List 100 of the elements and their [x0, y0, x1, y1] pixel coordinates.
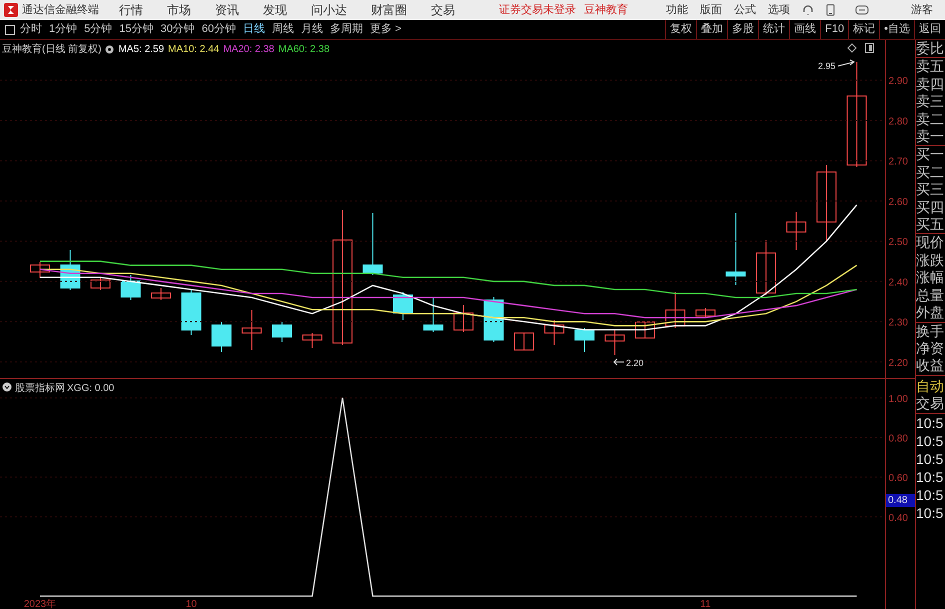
arrow-icon [613, 358, 624, 366]
candlestick [665, 292, 686, 328]
toolbar-menu-item[interactable]: 公式 [734, 2, 756, 18]
toolbar-button[interactable]: 画线 [789, 20, 820, 39]
quote-label: 收益 [916, 357, 945, 375]
notice-link[interactable]: 豆神教育 [584, 2, 628, 18]
candlestick [181, 290, 202, 336]
phone-icon[interactable] [826, 4, 835, 16]
legend-label: MA20: 2.38 [223, 43, 274, 57]
candlestick [696, 308, 716, 318]
quote-label: 涨跌 [916, 252, 945, 270]
period-tab[interactable]: 15分钟 [119, 21, 154, 38]
period-tab[interactable]: 1分钟 [49, 21, 78, 38]
period-tab[interactable]: 日线 [243, 21, 265, 38]
trade-label: 交易 [916, 395, 945, 414]
collapse-icon[interactable] [2, 382, 12, 392]
menu-item[interactable]: 交易 [431, 1, 455, 19]
candlestick [423, 298, 444, 332]
quote-label: 外盘 [916, 304, 945, 322]
trade-time: 10:5 [916, 504, 944, 522]
toolbar-menu-item[interactable]: 版面 [700, 2, 722, 18]
period-tab[interactable]: 周线 [272, 21, 294, 38]
panel-toggle-icon[interactable] [865, 43, 874, 53]
quote-label: 卖四 [916, 76, 945, 94]
quote-label: 卖二 [916, 110, 945, 128]
period-tab[interactable]: 60分钟 [202, 21, 236, 38]
quote-label: 买五 [916, 216, 945, 234]
candlestick [242, 310, 262, 350]
legend-label: MA10: 2.44 [168, 43, 220, 57]
date-label: 2023年 [24, 599, 56, 609]
quote-label: 买一 [916, 146, 945, 164]
menu-item[interactable]: 行情 [119, 1, 143, 19]
candlestick [393, 292, 413, 320]
period-tab[interactable]: 多周期 [330, 21, 363, 38]
toolbar-button[interactable]: 多股 [727, 20, 758, 39]
indicator-title: 股票指标网 [15, 383, 65, 394]
candlestick [90, 278, 110, 290]
quote-label: 总量 [916, 286, 945, 304]
menu-item[interactable]: 市场 [167, 1, 191, 19]
axis-label: 2.20 [888, 358, 908, 369]
candlestick [484, 296, 504, 342]
app-name: 通达信金融终端 [22, 2, 99, 18]
period-tab[interactable]: 分时 [20, 21, 42, 38]
quote-label: 卖一 [916, 128, 945, 146]
toolbar-button[interactable]: 返回 [914, 20, 945, 39]
axis-label: 2.30 [888, 318, 908, 329]
toolbar-menu-item[interactable]: 功能 [666, 2, 688, 18]
settings-icon[interactable] [105, 45, 114, 54]
axis-label: 0.40 [888, 512, 908, 524]
axis-label: 2.60 [888, 196, 908, 208]
date-label: 11 [700, 599, 711, 609]
axis-label: 1.00 [888, 394, 908, 405]
menu-item[interactable]: 资讯 [215, 1, 239, 19]
candlestick [151, 288, 171, 300]
low-price-label: 2.20 [626, 358, 644, 368]
axis-label: 2.40 [888, 277, 908, 288]
candlestick [302, 332, 322, 348]
message-icon[interactable] [855, 4, 869, 16]
period-tab[interactable]: 30分钟 [160, 21, 195, 38]
candlestick [635, 322, 655, 338]
toolbar-button[interactable]: •自选 [879, 20, 914, 39]
candlestick [272, 322, 292, 342]
trade-time: 10:5 [916, 468, 944, 486]
toolbar-button[interactable]: F10 [820, 20, 848, 39]
candlestick [574, 328, 594, 352]
menu-item[interactable]: 发现 [263, 1, 287, 19]
toolbar-button[interactable]: 复权 [665, 20, 696, 39]
toolbar-button[interactable]: 标记 [848, 20, 880, 39]
more-periods-button[interactable]: 更多 > [370, 21, 402, 38]
quote-label: 净资 [916, 340, 945, 358]
trade-time: 10:5 [916, 486, 944, 504]
window-toggle-icon[interactable] [5, 24, 15, 34]
user-name[interactable]: 游客 [911, 2, 933, 18]
toolbar-menu-item[interactable]: 选项 [768, 2, 790, 18]
menu-item[interactable]: 问小达 [311, 1, 347, 19]
candlestick [786, 212, 806, 250]
arrow-icon [838, 60, 855, 66]
trade-time: 10:5 [916, 414, 944, 432]
menu-item[interactable]: 财富圈 [371, 1, 407, 19]
candlestick [454, 304, 474, 332]
quote-label: 卖三 [916, 93, 945, 111]
high-price-label: 2.95 [818, 61, 836, 71]
period-tab[interactable]: 5分钟 [84, 21, 112, 38]
candlestick [362, 212, 383, 276]
trade-time: 10:5 [916, 432, 944, 450]
date-label: 10 [186, 599, 197, 609]
quote-label: 买三 [916, 181, 945, 199]
axis-label: 2.80 [888, 116, 908, 128]
candlestick [60, 250, 80, 290]
quote-label: 买四 [916, 198, 945, 216]
candlestick [544, 320, 564, 346]
candlestick [756, 240, 776, 296]
period-tab[interactable]: 月线 [301, 21, 323, 38]
toolbar-button[interactable]: 统计 [758, 20, 790, 39]
axis-label: 0.60 [888, 473, 908, 484]
notice-link[interactable]: 证券交易未登录 [499, 2, 576, 18]
toolbar-button[interactable]: 叠加 [696, 20, 728, 39]
diamond-icon[interactable] [847, 43, 857, 53]
axis-label: 0.80 [888, 433, 908, 444]
indicator-reading: XGG: 0.00 [67, 383, 114, 394]
